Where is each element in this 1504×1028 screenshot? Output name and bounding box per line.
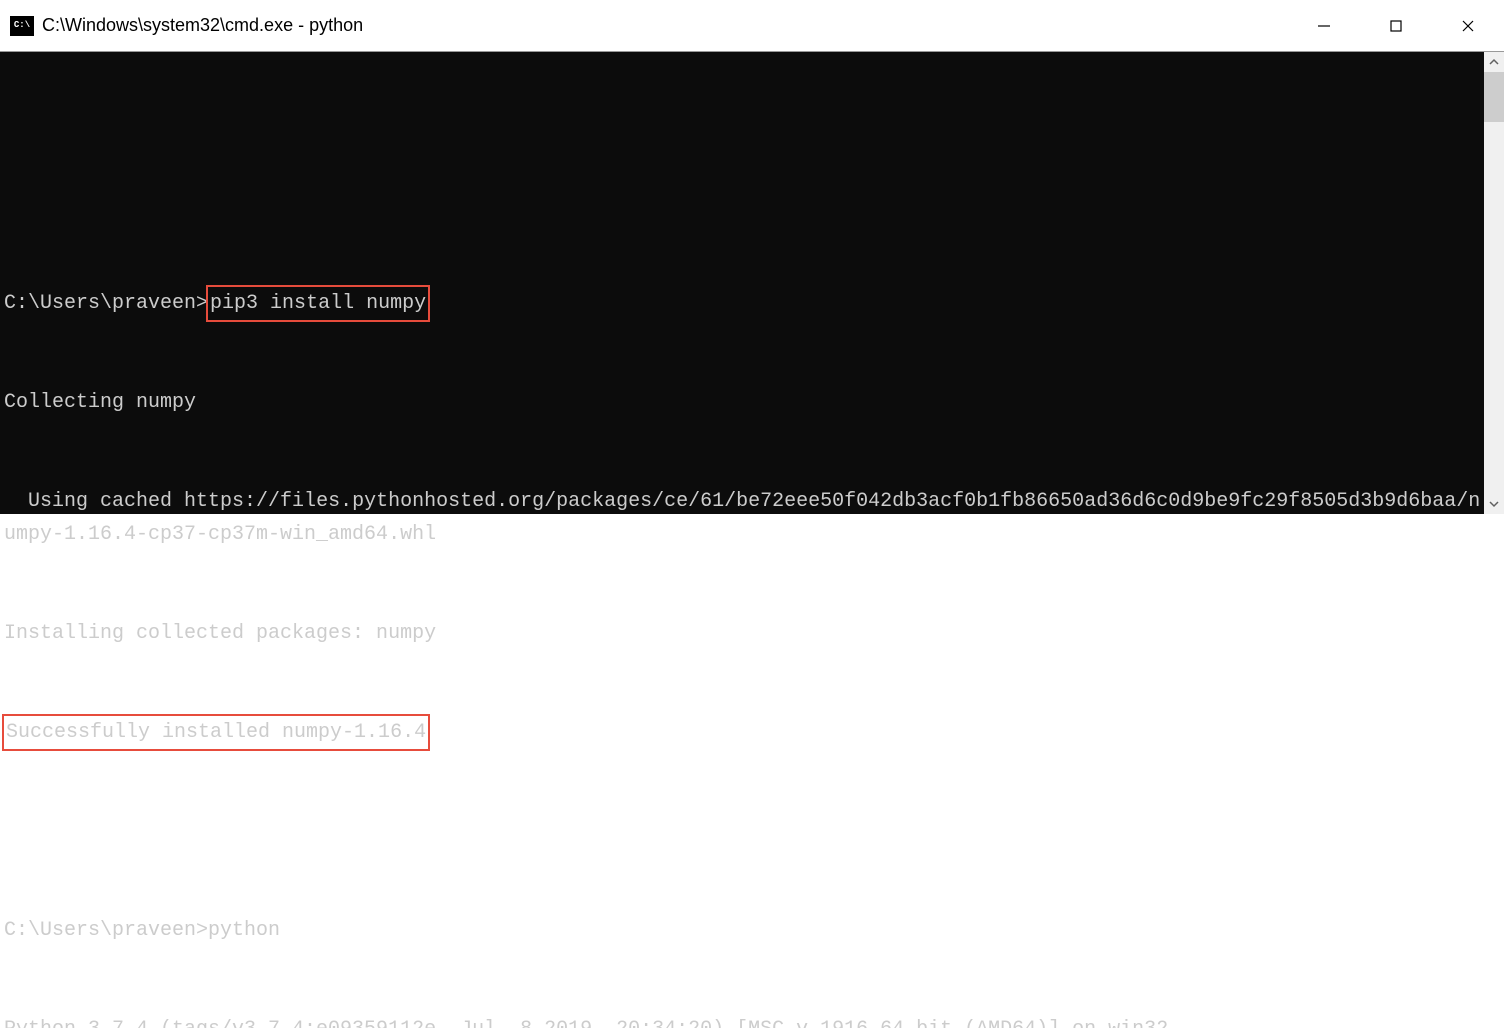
scroll-up-button[interactable] — [1484, 52, 1504, 72]
window-controls — [1288, 0, 1504, 51]
terminal-line: Collecting numpy — [4, 386, 1484, 419]
prompt: C:\Users\praveen> — [4, 919, 208, 942]
minimize-icon — [1316, 18, 1332, 34]
terminal-line: Successfully installed numpy-1.16.4 — [4, 716, 1484, 749]
close-button[interactable] — [1432, 0, 1504, 51]
scrollbar[interactable] — [1484, 52, 1504, 514]
terminal[interactable]: C:\Users\praveen>pip3 install numpy Coll… — [0, 52, 1504, 514]
terminal-line: C:\Users\praveen>python — [4, 914, 1484, 947]
terminal-line: C:\Users\praveen>pip3 install numpy — [4, 287, 1484, 320]
highlight-box: pip3 install numpy — [206, 285, 430, 322]
cmd-icon: C:\ — [10, 16, 34, 36]
prompt: C:\Users\praveen> — [4, 292, 208, 315]
close-icon — [1460, 18, 1476, 34]
scroll-thumb[interactable] — [1484, 72, 1504, 122]
command-text: pip3 install numpy — [210, 292, 426, 315]
terminal-content: C:\Users\praveen>pip3 install numpy Coll… — [4, 122, 1504, 1028]
window-title: C:\Windows\system32\cmd.exe - python — [42, 15, 363, 36]
output-text: Successfully installed numpy-1.16.4 — [6, 721, 426, 744]
chevron-up-icon — [1489, 57, 1499, 67]
maximize-button[interactable] — [1360, 0, 1432, 51]
titlebar: C:\ C:\Windows\system32\cmd.exe - python — [0, 0, 1504, 52]
blank-line — [4, 188, 1484, 221]
chevron-down-icon — [1489, 499, 1499, 509]
command-text: python — [208, 919, 280, 942]
cmd-icon-text: C:\ — [14, 21, 30, 30]
blank-line — [4, 815, 1484, 848]
minimize-button[interactable] — [1288, 0, 1360, 51]
terminal-line: Installing collected packages: numpy — [4, 617, 1484, 650]
terminal-line: Using cached https://files.pythonhosted.… — [4, 485, 1484, 551]
highlight-box: Successfully installed numpy-1.16.4 — [2, 714, 430, 751]
maximize-icon — [1388, 18, 1404, 34]
terminal-line: Python 3.7.4 (tags/v3.7.4:e09359112e, Ju… — [4, 1013, 1484, 1028]
scroll-down-button[interactable] — [1484, 494, 1504, 514]
